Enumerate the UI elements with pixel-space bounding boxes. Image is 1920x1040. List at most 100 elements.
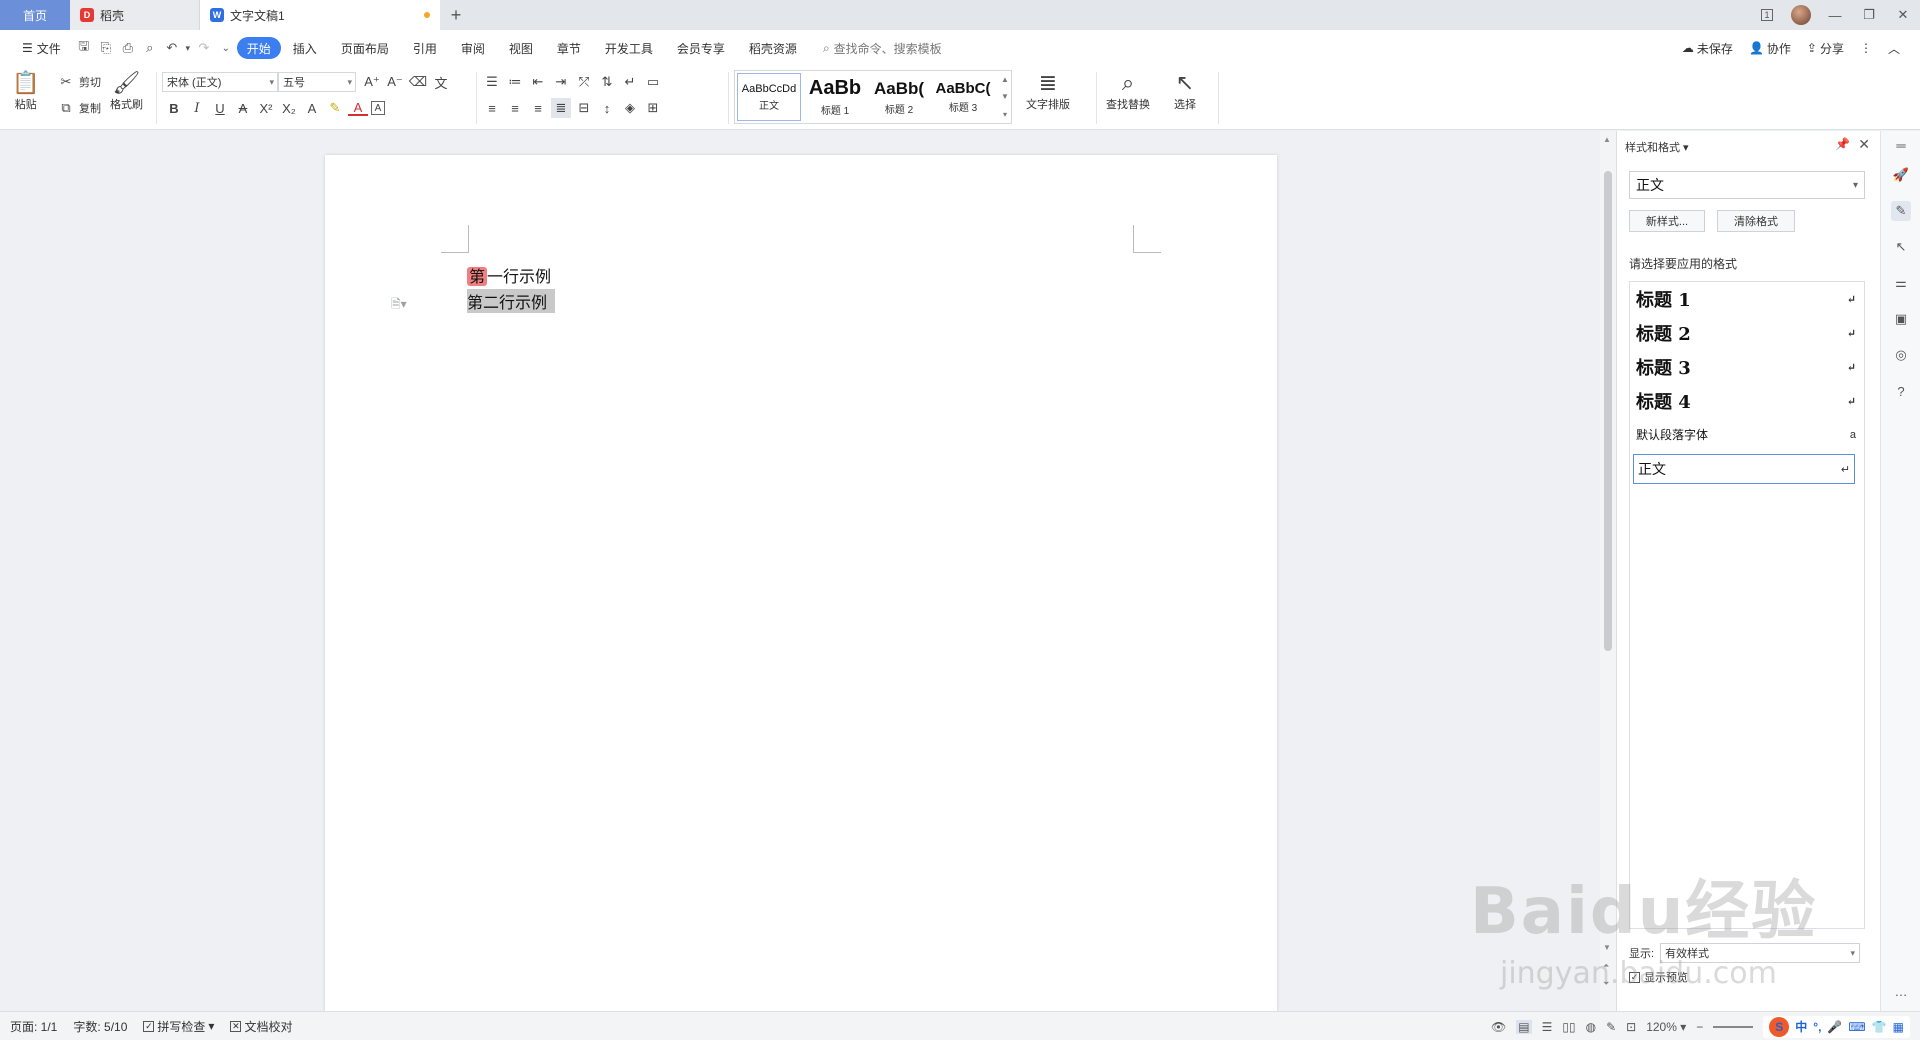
outline-view-icon[interactable]: ☰	[1542, 1020, 1553, 1034]
char-border-icon[interactable]: A	[371, 101, 385, 115]
style-entry-heading-2[interactable]: 标题 2 ↵	[1636, 320, 1856, 346]
tab-home[interactable]: 首页	[0, 0, 70, 30]
rocket-icon[interactable]: 🚀	[1891, 165, 1911, 185]
vertical-scrollbar[interactable]: ▲ ▼ ⏶ ⏷	[1600, 131, 1616, 1011]
write-mode-icon[interactable]: ✎	[1606, 1020, 1616, 1034]
underline-icon[interactable]: U	[210, 98, 230, 118]
font-name-select[interactable]: 宋体 (正文)	[162, 72, 278, 92]
menu-member[interactable]: 会员专享	[665, 37, 737, 59]
tab-document[interactable]: W 文字文稿1	[200, 0, 440, 30]
show-marks-icon[interactable]: ↵	[620, 72, 640, 92]
page-indicator[interactable]: 页面: 1/1	[10, 1018, 57, 1035]
highlight-icon[interactable]: ✎	[325, 98, 345, 118]
menu-page-layout[interactable]: 页面布局	[329, 37, 401, 59]
unsaved-button[interactable]: ☁ 未保存	[1682, 40, 1733, 57]
style-heading-2[interactable]: AaBb( 标题 2	[867, 71, 931, 123]
styles-panel-title[interactable]: 样式和格式 ▾	[1625, 139, 1689, 155]
subscript-icon[interactable]: X₂	[279, 98, 299, 118]
paste-button[interactable]: 📋 粘贴	[12, 70, 39, 112]
avatar[interactable]	[1784, 0, 1818, 30]
menu-review[interactable]: 审阅	[449, 37, 497, 59]
style-entry-heading-1[interactable]: 标题 1 ↵	[1636, 286, 1856, 312]
bold-icon[interactable]: B	[164, 98, 184, 118]
pin-icon[interactable]: 📌	[1835, 137, 1850, 151]
style-entry-heading-4[interactable]: 标题 4 ↵	[1636, 388, 1856, 414]
export-pdf-icon[interactable]: ⎘	[95, 37, 117, 59]
chevron-up-icon[interactable]: ▲	[1001, 75, 1009, 84]
print-icon[interactable]: ⎙	[117, 37, 139, 59]
image-gallery-icon[interactable]: ▣	[1891, 309, 1911, 329]
share-button[interactable]: ⇪ 分享	[1807, 40, 1844, 57]
style-gallery-scroll[interactable]: ▲ ▼ ▾	[999, 71, 1011, 123]
prev-page-icon[interactable]: ⏶	[1603, 961, 1609, 971]
collapse-ribbon-icon[interactable]: ︿	[1888, 40, 1900, 57]
microphone-icon[interactable]: 🎤	[1827, 1020, 1842, 1034]
italic-icon[interactable]: I	[187, 98, 207, 118]
superscript-icon[interactable]: X²	[256, 98, 276, 118]
current-style-select[interactable]: 正文	[1629, 171, 1865, 199]
customize-quick-access-icon[interactable]: ⌄	[215, 37, 237, 59]
style-entry-default-font[interactable]: 默认段落字体 a	[1636, 426, 1856, 443]
scroll-up-icon[interactable]: ▲	[1603, 135, 1611, 144]
chevron-down-icon[interactable]: ▼	[1001, 92, 1009, 101]
sogou-logo-icon[interactable]: S	[1769, 1016, 1790, 1037]
grow-font-icon[interactable]: A⁺	[362, 72, 382, 92]
next-page-icon[interactable]: ⏷	[1603, 979, 1609, 989]
new-style-button[interactable]: 新样式...	[1629, 210, 1705, 232]
redo-icon[interactable]: ↷	[193, 37, 215, 59]
scroll-down-icon[interactable]: ▼	[1603, 943, 1611, 952]
distribute-icon[interactable]: ⊟	[574, 98, 594, 118]
menu-view[interactable]: 视图	[497, 37, 545, 59]
document-page[interactable]: 第一行示例 🗎▾ 第二行示例	[325, 155, 1277, 1011]
text-effect-icon[interactable]: A	[302, 98, 322, 118]
phonetic-guide-icon[interactable]: 文	[431, 72, 451, 92]
font-color-icon[interactable]: A	[348, 100, 368, 116]
font-size-select[interactable]: 五号	[278, 72, 356, 92]
page-count-icon[interactable]: 1	[1750, 0, 1784, 30]
align-center-icon[interactable]: ≡	[505, 98, 525, 118]
clear-format-button[interactable]: 清除格式	[1717, 210, 1795, 232]
menu-insert[interactable]: 插入	[281, 37, 329, 59]
file-menu[interactable]: ☰ 文件	[10, 37, 73, 59]
text-layout-button[interactable]: ≣ 文字排版	[1026, 70, 1070, 112]
chinese-layout-icon[interactable]: ⤱	[574, 72, 594, 92]
tab-daoke[interactable]: D 稻壳	[70, 0, 200, 30]
show-preview-checkbox[interactable]: ✓ 显示预览	[1629, 969, 1688, 985]
scroll-thumb[interactable]	[1604, 171, 1612, 651]
justify-icon[interactable]: ≣	[551, 98, 571, 118]
help-icon[interactable]: ?	[1891, 381, 1911, 401]
undo-dropdown-icon[interactable]: ▾	[183, 37, 193, 59]
command-search[interactable]: ⌕ 查找命令、搜索模板	[823, 40, 942, 57]
zoom-slider[interactable]	[1713, 1025, 1754, 1028]
skin-icon[interactable]: 👕	[1872, 1020, 1887, 1034]
zoom-out-icon[interactable]: −	[1696, 1020, 1703, 1034]
save-icon[interactable]: 🖫	[73, 37, 95, 59]
select-cursor-icon[interactable]: ↖	[1891, 237, 1911, 257]
clear-format-icon[interactable]: ⌫	[408, 72, 428, 92]
menu-home[interactable]: 开始	[236, 37, 281, 59]
style-normal[interactable]: AaBbCcDd 正文	[737, 73, 801, 121]
ime-menu-icon[interactable]: ▦	[1893, 1020, 1904, 1034]
strikethrough-icon[interactable]: A	[233, 98, 253, 118]
format-painter-button[interactable]: 🖌 格式刷	[110, 70, 143, 112]
properties-sliders-icon[interactable]: ⚌	[1891, 273, 1911, 293]
document-line-2-selected[interactable]: 第二行示例	[467, 289, 556, 313]
close-icon[interactable]: ✕	[1858, 136, 1870, 153]
more-icon[interactable]: …	[1891, 981, 1911, 1001]
align-left-icon[interactable]: ≡	[482, 98, 502, 118]
style-heading-1[interactable]: AaBb 标题 1	[803, 71, 867, 123]
minimize-button[interactable]: —	[1818, 0, 1852, 30]
word-count[interactable]: 字数: 5/10	[73, 1018, 127, 1035]
shading-icon[interactable]: ◈	[620, 98, 640, 118]
decrease-indent-icon[interactable]: ⇤	[528, 72, 548, 92]
menu-daoke-resources[interactable]: 稻壳资源	[737, 37, 809, 59]
more-menu-icon[interactable]: ⋮	[1860, 41, 1872, 55]
fit-page-icon[interactable]: ⊡	[1626, 1020, 1636, 1034]
page-view-icon[interactable]: ▤	[1516, 1019, 1532, 1034]
bullets-icon[interactable]: ☰	[482, 72, 502, 92]
style-entry-heading-3[interactable]: 标题 3 ↵	[1636, 354, 1856, 380]
proofread-button[interactable]: ✕ 文档校对	[230, 1018, 292, 1035]
find-replace-button[interactable]: ⌕ 查找替换	[1106, 70, 1150, 112]
show-filter-select[interactable]: 有效样式	[1660, 943, 1861, 963]
spell-check-button[interactable]: ✓ 拼写检查 ▾	[143, 1018, 214, 1035]
